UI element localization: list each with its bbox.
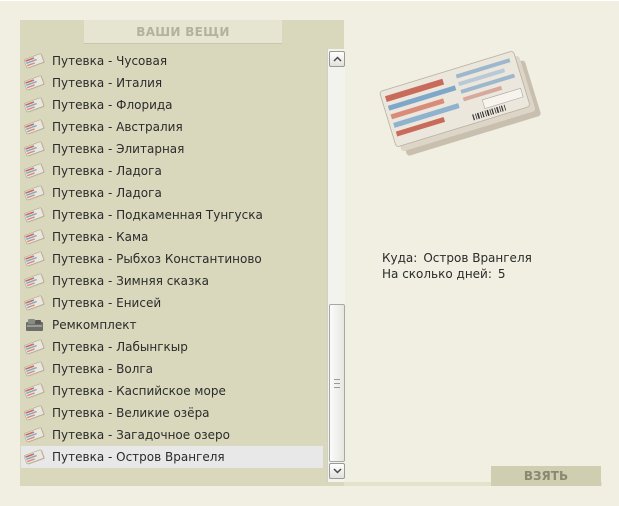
items-list: Путевка - Чусовая Путевка - Италия Путевка… — [21, 50, 323, 470]
list-item[interactable]: Путевка - Кама — [21, 226, 323, 248]
ticket-icon — [23, 75, 46, 91]
list-item-label: Путевка - Загадочное озеро — [52, 428, 231, 442]
ticket-icon — [23, 295, 46, 311]
repair-kit-icon — [24, 317, 46, 333]
list-item[interactable]: Путевка - Ладога — [21, 160, 323, 182]
ticket-icon — [23, 251, 46, 267]
list-item-label: Путевка - Енисей — [52, 296, 162, 310]
list-item[interactable]: Путевка - Чусовая — [21, 50, 323, 72]
list-item-label: Путевка - Зимняя сказка — [52, 274, 209, 288]
ticket-icon — [23, 383, 46, 399]
destination-label: Куда: — [382, 251, 418, 265]
ticket-icon — [23, 53, 46, 69]
ticket-icon — [23, 273, 46, 289]
list-item-label: Путевка - Рыбхоз Константиново — [52, 252, 262, 266]
list-item-label: Путевка - Лабынгкыр — [52, 340, 188, 354]
top-border — [0, 0, 619, 1]
list-item[interactable]: Путевка - Подкаменная Тунгуска — [21, 204, 323, 226]
list-item-label: Путевка - Каспийское море — [52, 384, 226, 398]
list-item-label: Путевка - Ладога — [52, 164, 162, 178]
list-item-label: Путевка - Кама — [52, 230, 149, 244]
item-image — [372, 40, 552, 165]
ticket-icon — [23, 361, 46, 377]
list-item-label: Путевка - Элитарная — [52, 142, 185, 156]
list-item[interactable]: Ремкомплект — [21, 314, 323, 336]
ticket-icon — [23, 185, 46, 201]
list-item[interactable]: Путевка - Элитарная — [21, 138, 323, 160]
list-item-label: Путевка - Остров Врангеля — [52, 450, 225, 464]
ticket-icon — [23, 163, 46, 179]
list-item[interactable]: Путевка - Лабынгкыр — [21, 336, 323, 358]
take-button[interactable]: ВЗЯТЬ — [491, 466, 601, 486]
ticket-icon — [23, 97, 46, 113]
days-row: На сколько дней: 5 — [382, 266, 532, 282]
list-item-label: Путевка - Ладога — [52, 186, 162, 200]
scroll-thumb[interactable] — [329, 304, 345, 462]
list-scrollbar[interactable] — [327, 49, 345, 482]
ticket-icon — [23, 427, 46, 443]
item-details: Куда: Остров Врангеля На сколько дней: 5 — [382, 250, 532, 282]
list-item[interactable]: Путевка - Загадочное озеро — [21, 424, 323, 446]
ticket-icon — [23, 207, 46, 223]
list-item[interactable]: Путевка - Флорида — [21, 94, 323, 116]
ticket-icon — [23, 229, 46, 245]
list-item-label: Ремкомплект — [52, 318, 137, 332]
list-item-label: Путевка - Австралия — [52, 120, 183, 134]
list-item-label: Путевка - Волга — [52, 362, 154, 376]
ticket-icon — [23, 449, 46, 465]
list-item[interactable]: Путевка - Италия — [21, 72, 323, 94]
ticket-icon — [23, 119, 46, 135]
destination-value: Остров Врангеля — [423, 251, 532, 265]
days-label: На сколько дней: — [382, 267, 492, 281]
list-item[interactable]: Путевка - Великие озёра — [21, 402, 323, 424]
list-item-label: Путевка - Великие озёра — [52, 406, 210, 420]
chevron-up-icon — [332, 56, 342, 62]
list-item[interactable]: Путевка - Волга — [21, 358, 323, 380]
list-item[interactable]: Путевка - Енисей — [21, 292, 323, 314]
list-item[interactable]: Путевка - Австралия — [21, 116, 323, 138]
chevron-down-icon — [332, 468, 342, 474]
list-item[interactable]: Путевка - Рыбхоз Константиново — [21, 248, 323, 270]
scroll-down-button[interactable] — [329, 463, 345, 479]
grip-icon — [334, 378, 340, 388]
list-item-label: Путевка - Подкаменная Тунгуска — [52, 208, 263, 222]
list-item-label: Путевка - Италия — [52, 76, 163, 90]
list-item-label: Путевка - Флорида — [52, 98, 173, 112]
list-item[interactable]: Путевка - Ладога — [21, 182, 323, 204]
list-item-label: Путевка - Чусовая — [52, 54, 168, 68]
list-item[interactable]: Путевка - Остров Врангеля — [21, 446, 323, 468]
ticket-icon — [23, 405, 46, 421]
ticket-icon — [23, 339, 46, 355]
days-value: 5 — [497, 267, 506, 281]
scroll-up-button[interactable] — [329, 51, 345, 67]
panel-title: ВАШИ ВЕЩИ — [84, 20, 282, 44]
ticket-icon — [23, 141, 46, 157]
list-item[interactable]: Путевка - Каспийское море — [21, 380, 323, 402]
list-item[interactable]: Путевка - Зимняя сказка — [21, 270, 323, 292]
ticket-bundle-image — [379, 51, 541, 156]
destination-row: Куда: Остров Врангеля — [382, 250, 532, 266]
